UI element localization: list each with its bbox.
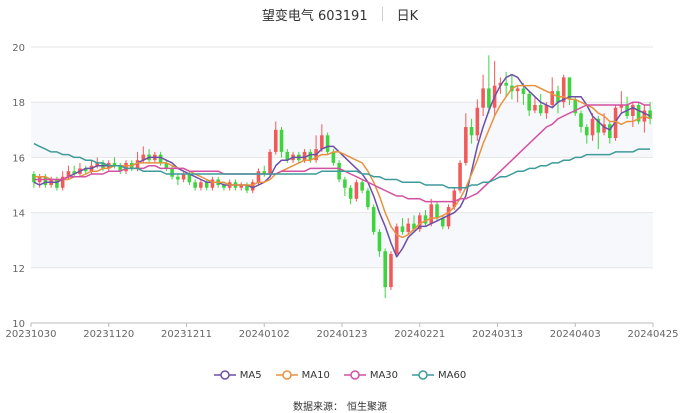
candle-body: [170, 168, 174, 177]
candle-body: [515, 88, 520, 92]
legend-item-ma10[interactable]: MA10: [275, 369, 330, 381]
y-tick-label: 16: [12, 153, 25, 164]
legend-label-ma5: MA5: [239, 369, 262, 381]
candle-body: [204, 182, 209, 188]
candle-body: [273, 129, 278, 152]
legend-marker-ma5: [213, 370, 236, 380]
candle-body: [383, 251, 387, 288]
candle-body: [464, 127, 468, 163]
candle-body: [406, 223, 411, 232]
candle-body: [371, 207, 376, 232]
candle-body: [331, 151, 336, 163]
candle-body: [429, 204, 434, 224]
candle-body: [538, 104, 543, 114]
candle-body: [533, 104, 537, 111]
candle-body: [579, 113, 583, 128]
y-tick-label: 18: [12, 98, 25, 109]
legend-label-ma60: MA60: [438, 369, 467, 381]
y-tick-label: 12: [12, 264, 25, 275]
y-tick-label: 20: [12, 43, 25, 54]
legend-marker-ma60: [412, 370, 435, 380]
legend-item-ma5[interactable]: MA5: [213, 369, 262, 381]
candle-body: [504, 82, 508, 86]
candle-body: [458, 162, 462, 191]
candle-body: [521, 88, 526, 94]
candle-body: [608, 124, 612, 139]
candle-body: [590, 118, 595, 136]
candle-body: [325, 135, 330, 152]
x-tick-label: 20231120: [83, 329, 134, 340]
candle-body: [366, 190, 370, 208]
x-tick-label: 20231030: [6, 329, 57, 340]
legend-marker-ma10: [275, 370, 298, 380]
grid-band: [31, 212, 653, 268]
candle-body: [487, 88, 491, 108]
candle-body: [394, 226, 399, 254]
candle-body: [55, 179, 59, 188]
candle-body: [354, 182, 359, 199]
candle-body: [377, 231, 382, 252]
x-tick-label: 20240221: [394, 329, 445, 340]
candle-body: [584, 127, 589, 136]
data-source: 数据来源： 恒生聚源: [0, 398, 680, 413]
candle-body: [210, 179, 215, 188]
x-tick-label: 20240102: [239, 329, 290, 340]
x-tick-label: 20240403: [550, 329, 601, 340]
candle-body: [199, 182, 203, 188]
candle-body: [631, 104, 635, 116]
legend-label-ma30: MA30: [369, 369, 399, 381]
x-tick-label: 20240123: [317, 329, 368, 340]
grid-band: [31, 102, 653, 158]
candle-body: [400, 226, 405, 232]
y-tick-label: 14: [12, 209, 25, 220]
candle-body: [481, 88, 485, 108]
candle-body: [256, 171, 261, 183]
legend-marker-ma30: [343, 370, 366, 380]
source-value: 恒生聚源: [347, 402, 387, 413]
candle-body: [176, 176, 180, 180]
candle-body: [193, 182, 197, 188]
x-tick-label: 20240313: [472, 329, 523, 340]
legend: MA5 MA10 MA30 MA60: [0, 367, 680, 383]
candle-body: [181, 173, 186, 180]
candle-body: [475, 107, 480, 136]
legend-item-ma30[interactable]: MA30: [343, 369, 399, 381]
candle-body: [348, 187, 353, 199]
legend-item-ma60[interactable]: MA60: [412, 370, 466, 381]
x-tick-label: 20240425: [628, 329, 679, 340]
x-tick-label: 20231211: [161, 329, 212, 340]
candle-body: [389, 254, 393, 288]
candle-body: [435, 204, 439, 219]
source-label: 数据来源：: [293, 402, 343, 413]
candle-body: [268, 151, 272, 174]
candle-body: [32, 173, 36, 183]
kline-chart: 10121416182020231030 20231120 20231211 2024…: [6, 43, 679, 340]
legend-label-ma10: MA10: [301, 369, 330, 381]
candle-body: [320, 135, 324, 150]
candle-body: [360, 182, 364, 191]
candle-body: [279, 129, 284, 152]
candle-body: [469, 127, 474, 136]
candle-body: [343, 179, 347, 188]
candle-body: [527, 93, 531, 111]
